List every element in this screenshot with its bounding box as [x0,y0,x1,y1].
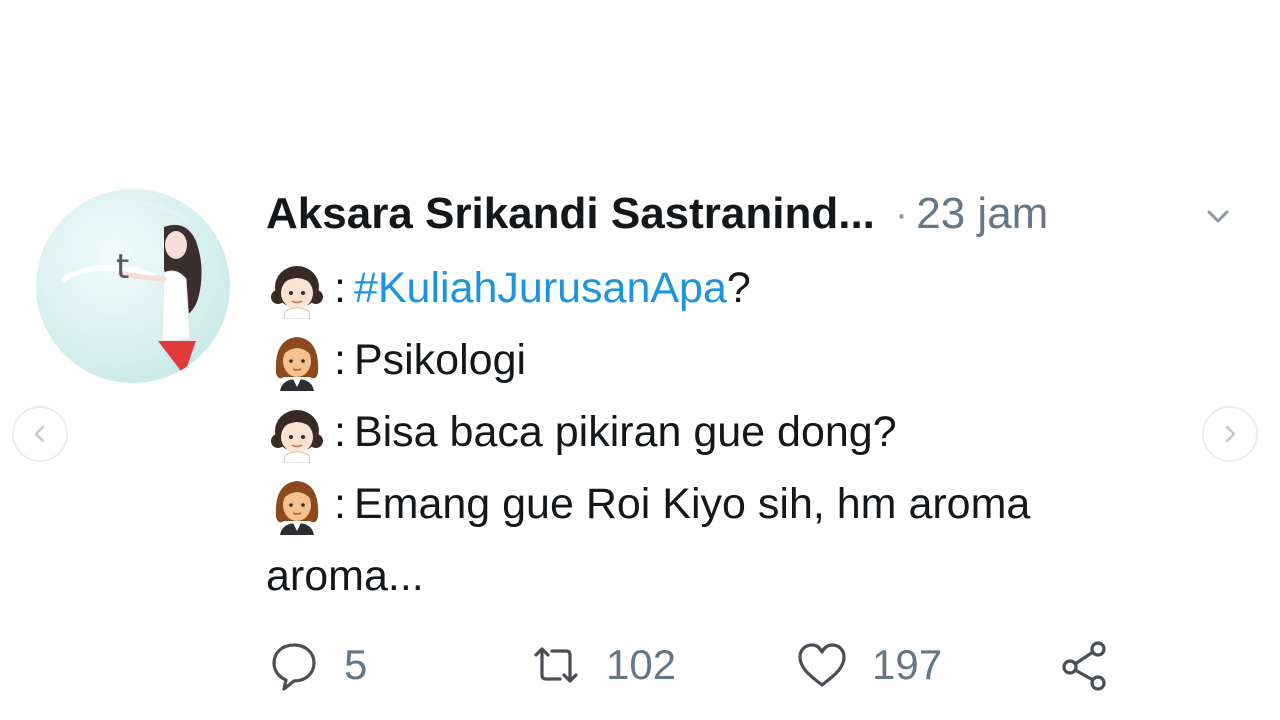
header-separator: · [894,191,909,236]
dialogue-line: : Psikologi [266,324,1226,396]
share-button[interactable] [1056,630,1112,700]
chevron-down-icon[interactable] [1200,198,1236,234]
like-count: 197 [872,641,943,688]
retweet-button[interactable]: 102 [528,630,676,700]
tweet-body: : #KuliahJurusanApa ? : Psikologi: Bisa… [266,252,1226,612]
avatar[interactable]: t [36,189,230,383]
tweet-actions: 5 102 197 [266,630,1166,700]
illustrated-girl-avatar [61,202,202,375]
line-text: ? [726,263,751,312]
line-text: Psikologi [353,335,527,384]
reply-button[interactable]: 5 [266,630,367,700]
retweet-count: 102 [606,641,677,688]
line-text: Bisa baca pikiran gue dong? [353,407,897,456]
woman-emoji-icon [275,481,319,535]
line-text: Emang gue Roi Kiyo sih, hm aroma [353,479,1031,528]
carousel-prev-button[interactable] [12,406,68,462]
line-colon: : [334,263,346,312]
line-colon: : [334,479,346,528]
dialogue-line-continuation: aroma... [266,540,1226,612]
dialogue-line: : #KuliahJurusanApa ? [266,252,1226,324]
girl-emoji-icon [271,266,323,319]
chevron-left-icon [34,425,45,443]
tweet-header: Aksara Srikandi Sastranind... · 23 jam [266,186,1246,242]
reply-icon [272,643,316,691]
woman-emoji-icon [275,337,319,391]
reply-count: 5 [344,641,368,688]
dialogue-line: : Bisa baca pikiran gue dong? [266,396,1226,468]
share-icon [1062,641,1106,691]
hashtag-link[interactable]: #KuliahJurusanApa [354,264,727,313]
avatar-letter: t [116,247,130,287]
heart-icon [798,643,846,687]
line-colon: : [334,407,346,456]
tweet-timestamp[interactable]: 23 jam [916,189,1048,239]
girl-emoji-icon [271,410,323,463]
author-display-name[interactable]: Aksara Srikandi Sastranind... [266,189,875,239]
dialogue-line: : Emang gue Roi Kiyo sih, hm aroma [266,468,1226,540]
retweet-icon [534,647,578,683]
tweet-screenshot: t Aksara Srikandi Sastranind... · 23 jam… [0,0,1280,720]
like-button[interactable]: 197 [794,630,942,700]
line-text: aroma... [266,551,424,600]
line-colon: : [334,335,346,384]
